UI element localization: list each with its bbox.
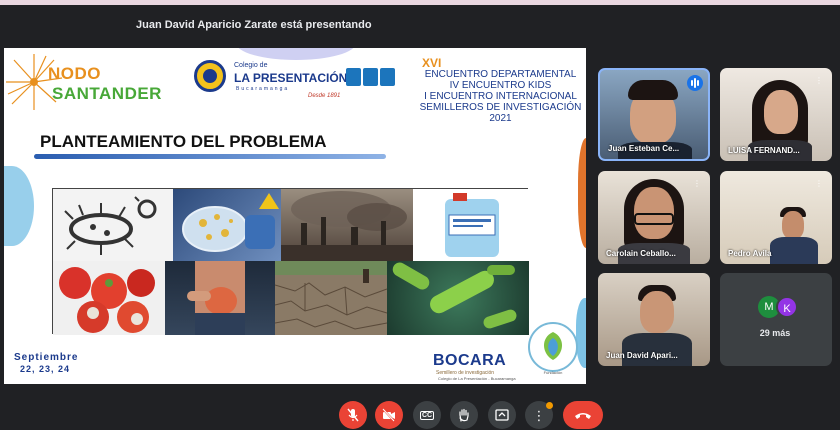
encuentro-roman: XVI	[422, 56, 442, 70]
rotten-tomatoes-photo	[53, 261, 165, 335]
participant-name: LUISA FERNAND...	[728, 146, 800, 155]
foundation-seal-icon	[528, 322, 578, 372]
foundation-label: Fundación	[543, 370, 563, 375]
stomach-pain-photo	[165, 261, 275, 335]
raise-hand-button[interactable]	[450, 401, 478, 429]
bocara-logo: BOCARA	[433, 352, 507, 369]
encuentro-line1: ENCUENTRO DEPARTAMENTAL	[424, 69, 577, 80]
raise-hand-icon	[459, 408, 469, 422]
present-button[interactable]	[488, 401, 516, 429]
more-participants-count: 29 más	[759, 328, 791, 338]
title-underline	[34, 154, 386, 159]
more-options-icon[interactable]: ⋮	[812, 177, 826, 191]
bacteria-microscope-photo	[387, 261, 529, 335]
image-collage	[52, 188, 529, 335]
event-month: Septiembre	[14, 352, 79, 363]
nodo-line2: SANTANDER	[52, 84, 162, 103]
notification-dot	[546, 402, 553, 409]
drought-photo	[275, 261, 387, 335]
mic-off-icon	[347, 408, 359, 422]
participant-tile[interactable]: ⋮ Pedro Avila	[720, 171, 832, 264]
captions-icon: CC	[419, 410, 435, 420]
more-options-icon[interactable]: ⋮	[690, 177, 704, 191]
certification-icon	[346, 68, 361, 86]
decor-blob	[576, 298, 586, 368]
participant-name: Pedro Avila	[728, 249, 772, 258]
present-icon	[495, 409, 509, 421]
captions-button[interactable]: CC	[413, 401, 441, 429]
participant-video	[782, 211, 804, 239]
presentation-slide[interactable]: NODO SANTANDER Colegio de LA PRESENTACIÓ…	[4, 48, 586, 384]
camera-toggle-button[interactable]	[375, 401, 403, 429]
headset-icon	[634, 213, 674, 225]
slide-title: PLANTEAMIENTO DEL PROBLEMA	[40, 132, 327, 151]
bocara-subtitle2: Colegio de La Presentación - Bucaramanga	[438, 376, 516, 381]
participant-tile[interactable]: ⋮ Carolain Ceballo...	[598, 171, 710, 264]
certification-icon	[380, 68, 395, 86]
mic-toggle-button[interactable]	[339, 401, 367, 429]
participant-name: Carolain Ceballo...	[606, 249, 676, 258]
colegio-city: Bucaramanga	[236, 86, 290, 92]
pollution-photo	[281, 189, 413, 261]
camera-off-icon	[382, 408, 395, 422]
participant-name: Juan David Apari...	[606, 351, 678, 360]
colegio-seal-icon	[194, 60, 226, 92]
certification-icon	[363, 68, 378, 86]
participant-video	[640, 291, 674, 333]
bacteria-illustration	[53, 189, 173, 261]
disinfectant-photo	[413, 189, 529, 261]
hang-up-icon	[575, 413, 591, 419]
participant-tile[interactable]: Juan Esteban Ce...	[598, 68, 710, 161]
encuentro-line3: I ENCUENTRO INTERNACIONAL	[424, 91, 577, 102]
encuentro-line4: SEMILLEROS DE INVESTIGACIÓN 2021	[419, 102, 582, 124]
presenter-label: Juan David Aparicio Zarate está presenta…	[136, 19, 372, 31]
event-days: 22, 23, 24	[20, 364, 71, 374]
presenter-bar: Juan David Aparicio Zarate está presenta…	[0, 5, 840, 35]
avatar: K	[776, 296, 798, 318]
participant-video	[764, 90, 798, 134]
petri-dish-photo	[173, 189, 281, 261]
decor-blob	[236, 48, 356, 60]
others-tile[interactable]	[720, 273, 832, 366]
hang-up-button[interactable]	[563, 401, 603, 429]
speaking-indicator-icon	[687, 75, 703, 91]
colegio-name: LA PRESENTACIÓN	[234, 71, 348, 85]
more-options-icon: ⋮	[532, 407, 546, 423]
participant-tile[interactable]: ⋮ LUISA FERNAND...	[720, 68, 832, 161]
more-options-icon[interactable]: ⋮	[812, 74, 826, 88]
participant-name: Juan Esteban Ce...	[608, 144, 680, 153]
colegio-since: Desde 1891	[308, 93, 341, 99]
decor-blob	[4, 166, 34, 246]
decor-blob	[578, 138, 586, 248]
participant-tile[interactable]: Juan David Apari...	[598, 273, 710, 366]
encuentro-line2: IV ENCUENTRO KIDS	[449, 80, 552, 91]
nodo-line1: NODO	[48, 64, 101, 83]
encuentro-block: XVI ENCUENTRO DEPARTAMENTAL IV ENCUENTRO…	[418, 56, 583, 124]
colegio-prefix: Colegio de	[234, 62, 268, 69]
